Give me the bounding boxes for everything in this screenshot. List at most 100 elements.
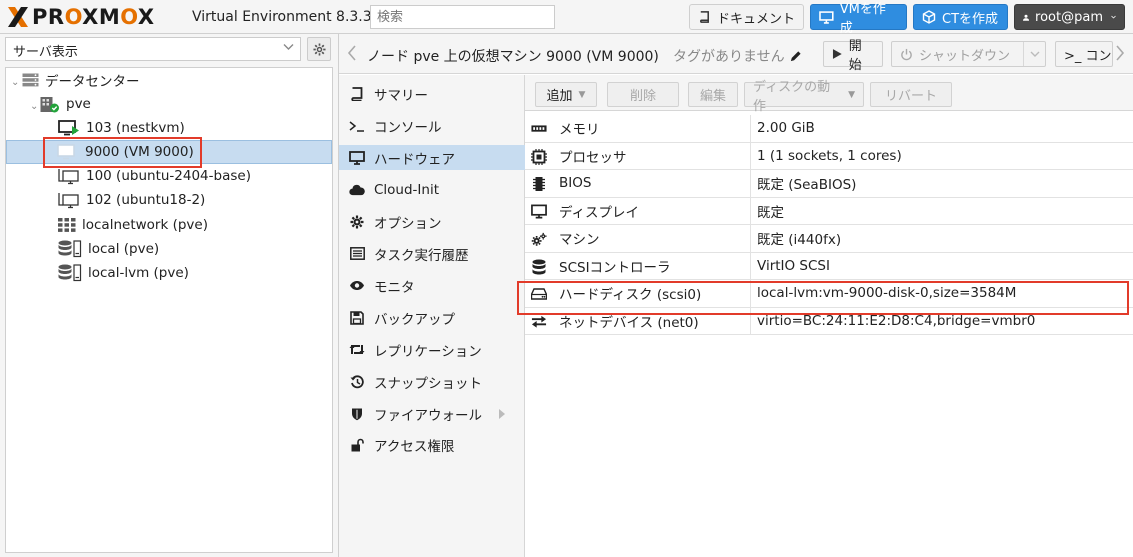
tree-node-local-storage[interactable]: local (pve)	[58, 237, 159, 261]
tree-node-vm-9000[interactable]: 9000 (VM 9000)	[6, 140, 332, 164]
node-online-icon	[40, 96, 60, 113]
book-icon	[349, 86, 365, 102]
hardware-row-hard-disk[interactable]: ハードディスク (scsi0) local-lvm:vm-9000-disk-0…	[525, 280, 1133, 308]
chevron-right-icon[interactable]	[1115, 45, 1125, 65]
desktop-icon	[531, 204, 547, 220]
play-icon	[832, 49, 842, 59]
hardware-row-memory[interactable]: メモリ 2.00 GiB	[525, 115, 1133, 143]
vm-sub-navigation: サマリー コンソール ハードウェア Cloud-Init オプション タスク実行…	[339, 75, 525, 557]
hardware-row-processor[interactable]: プロセッサ 1 (1 sockets, 1 cores)	[525, 142, 1133, 170]
cube-icon	[922, 10, 936, 24]
network-grid-icon	[58, 218, 76, 232]
console-button[interactable]: >_ コン	[1055, 41, 1113, 67]
cogs-icon	[531, 231, 547, 247]
shield-icon	[349, 406, 365, 422]
vm-template-icon	[57, 144, 79, 160]
main-panel: ノード pve 上の仮想マシン 9000 (VM 9000) タグがありません …	[338, 34, 1133, 557]
list-icon	[349, 246, 365, 262]
tree-node-pve[interactable]: pve	[40, 92, 91, 116]
memory-icon	[531, 121, 547, 137]
hardware-row-machine[interactable]: マシン 既定 (i440fx)	[525, 225, 1133, 253]
storage-icon	[58, 240, 82, 258]
cpu-icon	[531, 148, 547, 165]
view-selector[interactable]: サーバ表示	[5, 37, 301, 61]
delete-button[interactable]: 削除	[607, 82, 679, 107]
nav-item-cloud-init[interactable]: Cloud-Init	[339, 177, 525, 202]
microchip-icon	[531, 176, 547, 192]
cloud-icon	[349, 182, 365, 198]
disk-action-button[interactable]: ディスクの動作 ▼	[744, 80, 864, 114]
proxmox-logo[interactable]: PROXMOX	[6, 4, 155, 30]
create-ct-button[interactable]: CTを作成	[913, 4, 1008, 30]
top-bar: PROXMOX Virtual Environment 8.3.3 ドキュメント…	[0, 0, 1133, 36]
nav-item-task-history[interactable]: タスク実行履歴	[339, 241, 525, 266]
revert-button[interactable]: リバート	[870, 82, 952, 107]
chevron-down-icon: ▼	[578, 89, 586, 100]
page-title: ノード pve 上の仮想マシン 9000 (VM 9000)	[367, 49, 659, 65]
version-label: Virtual Environment 8.3.3	[192, 9, 372, 25]
proxmox-wordmark: PROXMOX	[32, 5, 155, 29]
user-icon	[1023, 14, 1030, 21]
hardware-row-display[interactable]: ディスプレイ 既定	[525, 197, 1133, 225]
exchange-icon	[531, 314, 547, 330]
nav-item-backup[interactable]: バックアップ	[339, 305, 525, 330]
eye-icon	[349, 278, 365, 294]
nav-item-snapshot[interactable]: スナップショット	[339, 369, 525, 394]
user-menu-button[interactable]: root@pam	[1014, 4, 1125, 30]
vm-template-icon	[58, 168, 80, 185]
tree-node-local-lvm-storage[interactable]: local-lvm (pve)	[58, 261, 189, 285]
hardware-grid: メモリ 2.00 GiB プロセッサ 1 (1 sockets, 1 cores…	[525, 115, 1133, 335]
gear-icon	[349, 214, 365, 230]
chevron-down-icon[interactable]	[1023, 42, 1045, 66]
hardware-panel: 追加 ▼ 削除 編集 ディスクの動作 ▼ リバート メモリ 2.00 GiB プ…	[525, 75, 1133, 557]
nav-item-console[interactable]: コンソール	[339, 113, 525, 138]
collapse-arrow-icon[interactable]: ⌄	[30, 101, 38, 112]
resource-tree-panel: サーバ表示 ⌄ データセンター ⌄ pve 103 (nestkvm) 9000…	[0, 34, 338, 557]
nav-item-hardware[interactable]: ハードウェア	[339, 145, 525, 170]
documentation-button[interactable]: ドキュメント	[689, 4, 804, 30]
vm-template-icon	[58, 192, 80, 209]
nav-item-options[interactable]: オプション	[339, 209, 525, 234]
tree-settings-button[interactable]	[307, 37, 331, 61]
tree-node-vm-102[interactable]: 102 (ubuntu18-2)	[58, 188, 205, 212]
unlock-icon	[349, 437, 365, 453]
nav-item-summary[interactable]: サマリー	[339, 81, 525, 106]
floppy-icon	[349, 310, 365, 326]
power-icon	[901, 48, 912, 60]
database-icon	[531, 259, 547, 275]
book-icon	[700, 10, 709, 23]
nav-item-permissions[interactable]: アクセス権限	[339, 432, 525, 457]
nav-item-monitor[interactable]: モニタ	[339, 273, 525, 298]
chevron-down-icon: ▼	[848, 89, 855, 100]
hardware-row-bios[interactable]: BIOS 既定 (SeaBIOS)	[525, 170, 1133, 198]
hardware-row-scsi-controller[interactable]: SCSIコントローラ VirtIO SCSI	[525, 252, 1133, 280]
edit-button[interactable]: 編集	[688, 82, 738, 107]
nav-item-replication[interactable]: レプリケーション	[339, 337, 525, 362]
nav-item-firewall[interactable]: ファイアウォール	[339, 401, 525, 426]
create-vm-button[interactable]: VMを作成	[810, 2, 907, 36]
pencil-icon	[790, 50, 801, 61]
hardware-row-network-device[interactable]: ネットデバイス (net0) virtio=BC:24:11:E2:D8:C4,…	[525, 307, 1133, 335]
add-button[interactable]: 追加 ▼	[535, 82, 597, 107]
tree-node-vm-100[interactable]: 100 (ubuntu-2404-base)	[58, 164, 251, 188]
collapse-arrow-icon[interactable]: ⌄	[11, 77, 19, 88]
hardware-toolbar: 追加 ▼ 削除 編集 ディスクの動作 ▼ リバート	[525, 75, 1133, 114]
resource-tree: ⌄ データセンター ⌄ pve 103 (nestkvm) 9000 (VM 9…	[5, 67, 333, 553]
search-input[interactable]	[370, 5, 555, 29]
terminal-icon	[349, 118, 365, 134]
shutdown-button[interactable]: シャットダウン	[891, 41, 1046, 67]
vm-running-icon	[58, 120, 80, 136]
chevron-down-icon	[1111, 15, 1116, 19]
storage-icon	[58, 264, 82, 282]
tree-node-vm-103[interactable]: 103 (nestkvm)	[58, 116, 185, 140]
history-icon	[349, 374, 365, 390]
tags-editor[interactable]: タグがありません	[673, 46, 802, 66]
gear-icon	[312, 42, 326, 56]
caret-right-icon	[499, 409, 505, 419]
start-button[interactable]: 開始	[823, 39, 883, 73]
monitor-icon	[349, 150, 365, 166]
tree-node-localnetwork[interactable]: localnetwork (pve)	[58, 213, 208, 237]
chevron-left-icon[interactable]	[347, 45, 357, 65]
tree-node-datacenter[interactable]: データセンター	[22, 68, 140, 92]
hdd-icon	[531, 286, 547, 302]
